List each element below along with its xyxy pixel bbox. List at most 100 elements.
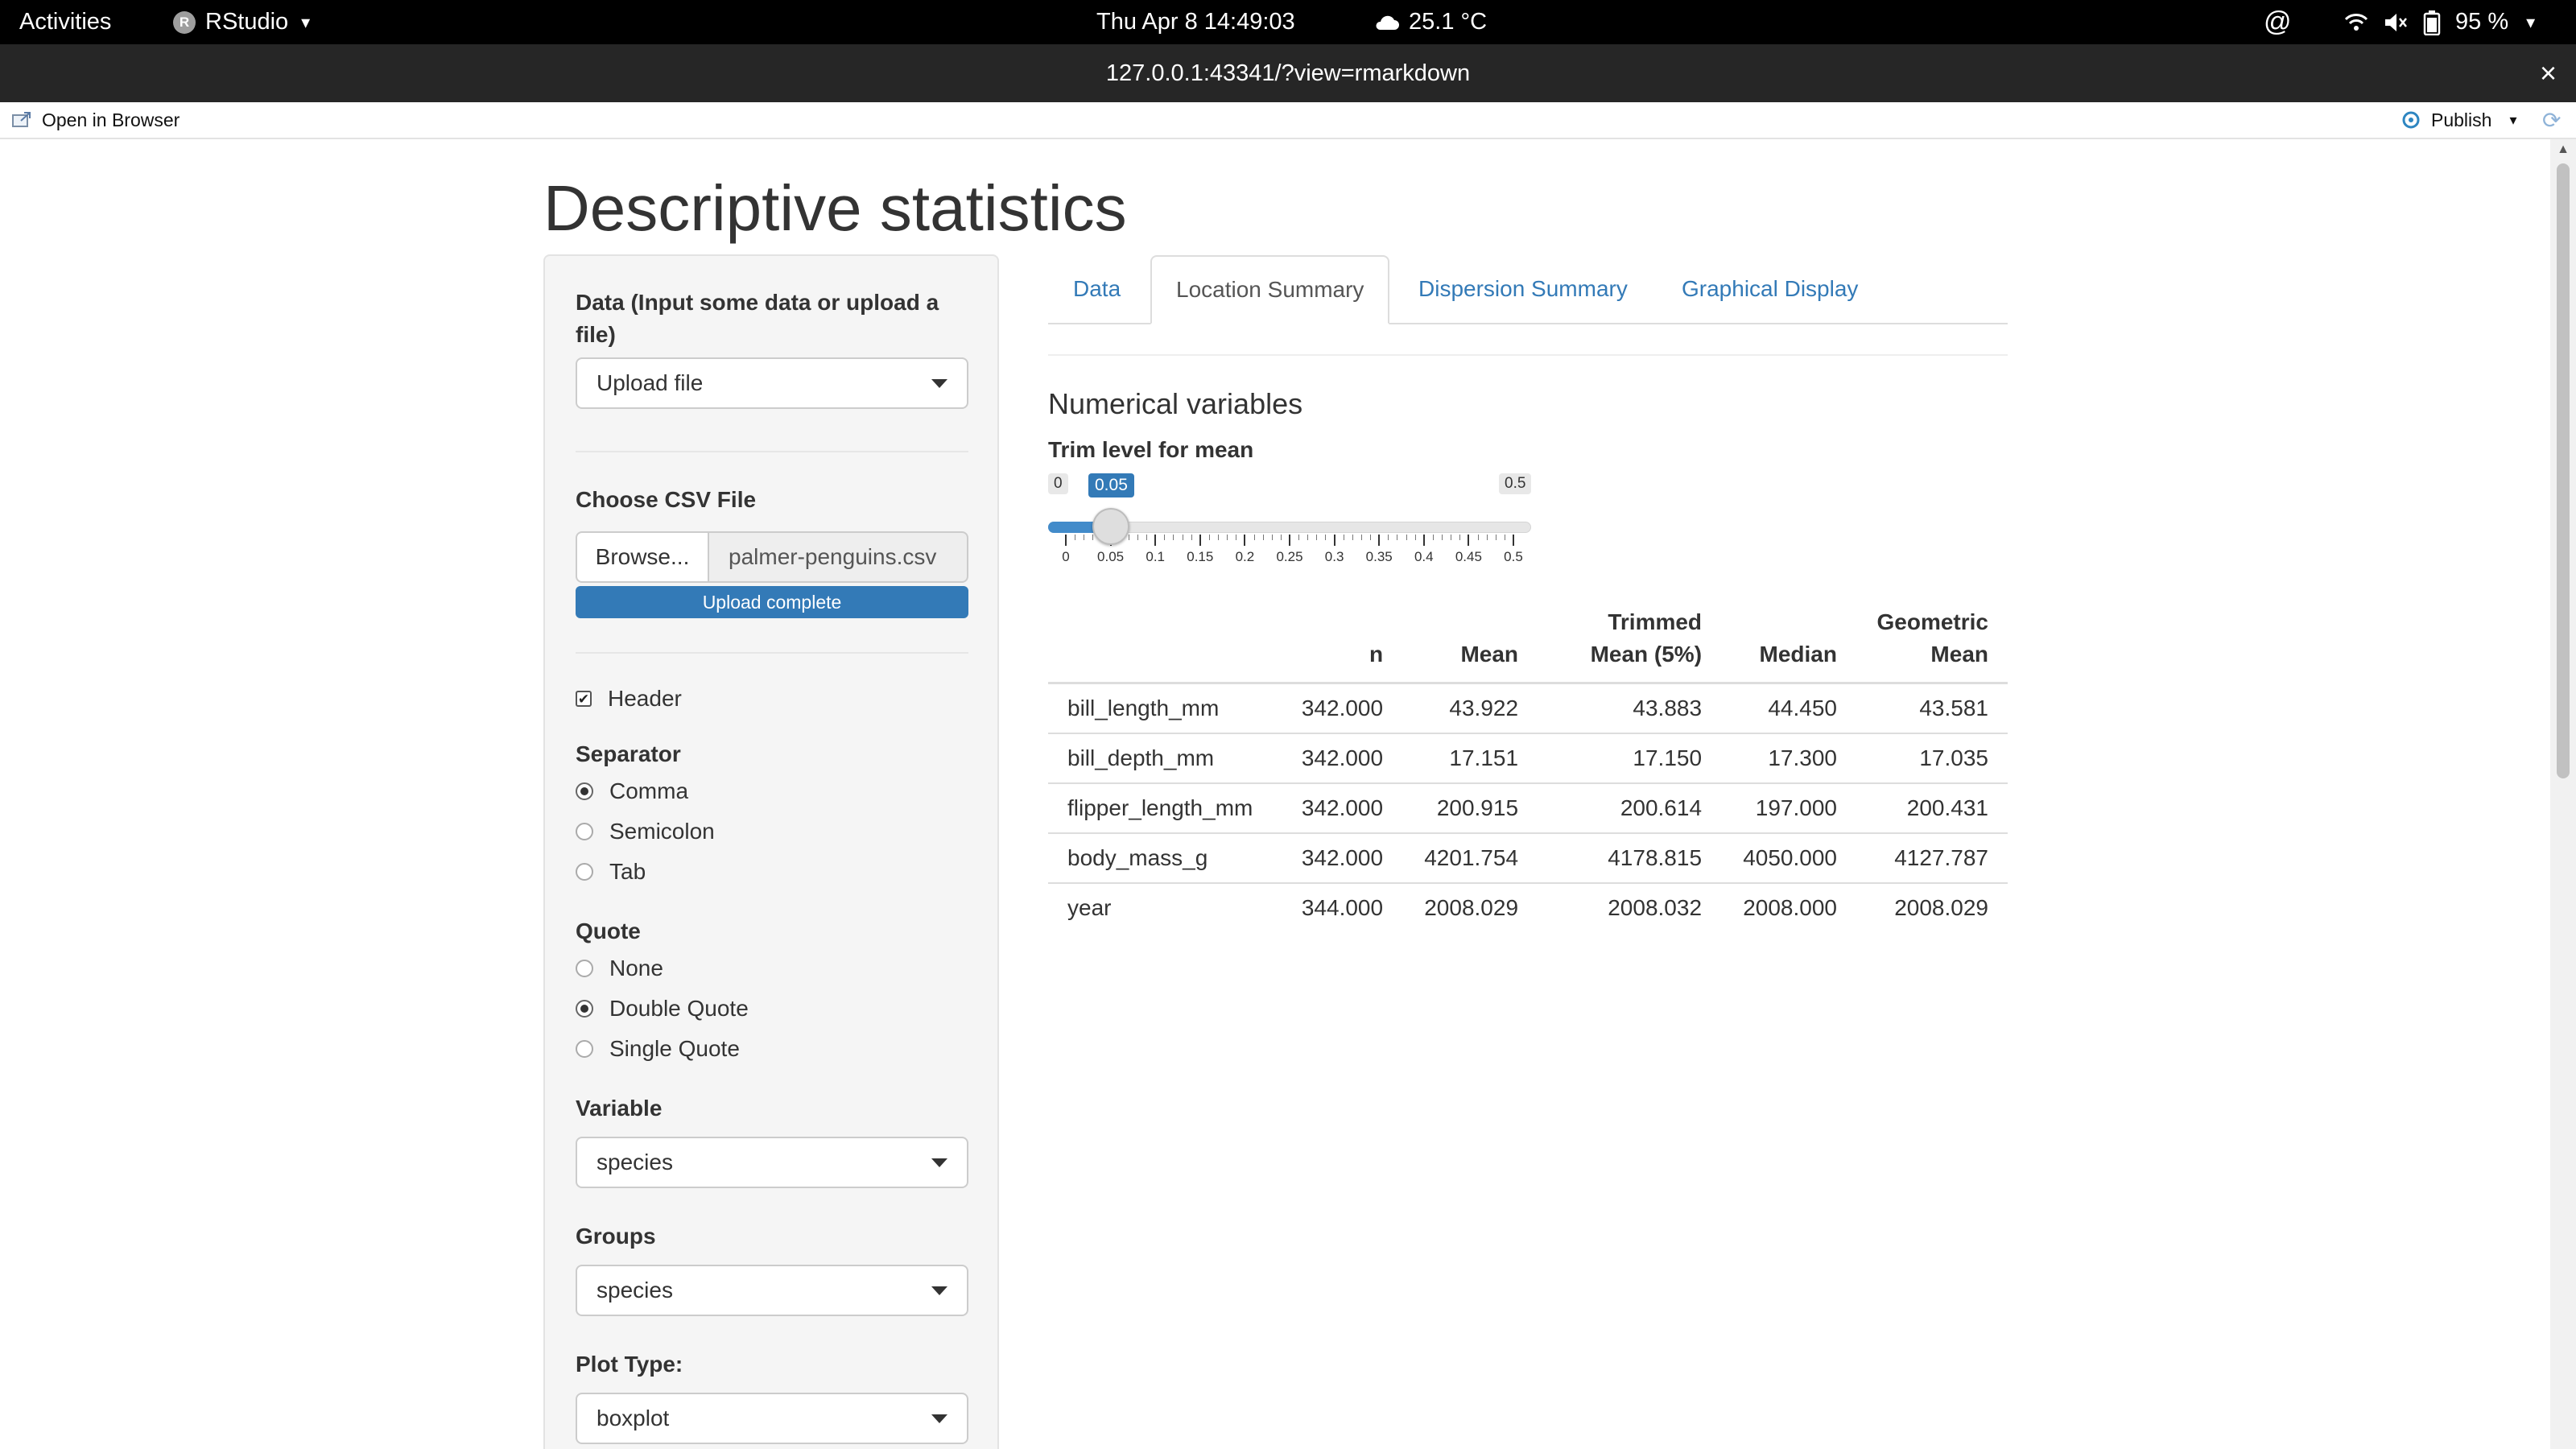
- variable-select[interactable]: species: [576, 1137, 968, 1188]
- system-status-menu[interactable]: 95 % ▾: [2344, 0, 2535, 44]
- upload-progress-bar: Upload complete: [576, 586, 968, 618]
- separator-option-comma[interactable]: Comma: [576, 775, 968, 807]
- radio-selected-icon[interactable]: [576, 1000, 593, 1018]
- quote-option-double[interactable]: Double Quote: [576, 993, 968, 1025]
- dropdown-arrow-icon: [931, 1286, 947, 1295]
- app-menu[interactable]: R RStudio ▾: [173, 0, 310, 44]
- rmarkdown-page: Descriptive statistics Data (Input some …: [0, 139, 2550, 1449]
- trim-level-label: Trim level for mean: [1048, 437, 1254, 462]
- scroll-up-arrow-icon[interactable]: ▲: [2550, 142, 2576, 157]
- slider-minor-tick: [1262, 535, 1264, 540]
- close-icon[interactable]: ×: [2540, 44, 2557, 102]
- trim-level-slider[interactable]: 0 0.05 0.5 0 0.05 0.1 0.15 0.2 0.25 0.3 0.35 0.4…: [1048, 473, 1533, 564]
- table-cell: 43.883: [1538, 682, 1722, 733]
- separator-option-semicolon[interactable]: Semicolon: [576, 815, 968, 848]
- open-in-browser-button[interactable]: Open in Browser: [11, 102, 180, 138]
- separator-option-tab[interactable]: Tab: [576, 856, 968, 888]
- radio-selected-icon[interactable]: [576, 782, 593, 800]
- radio-unselected-icon[interactable]: [576, 1040, 593, 1058]
- slider-tick: [1065, 535, 1067, 546]
- radio-unselected-icon[interactable]: [576, 823, 593, 840]
- slider-minor-tick: [1459, 535, 1461, 540]
- open-in-browser-label: Open in Browser: [42, 109, 180, 130]
- table-row: bill_depth_mm 342.000 17.151 17.150 17.3…: [1048, 733, 2008, 783]
- radio-unselected-icon[interactable]: [576, 960, 593, 977]
- table-cell: 342.000: [1280, 682, 1403, 733]
- at-sign-icon[interactable]: @: [2264, 0, 2292, 44]
- viewer-toolbar: Open in Browser Publish ▾ ⟳: [0, 102, 2576, 139]
- slider-minor-tick: [1227, 535, 1228, 540]
- slider-minor-tick: [1388, 535, 1389, 540]
- header-checkbox[interactable]: ✔ Header: [576, 683, 968, 715]
- table-header: n: [1280, 598, 1403, 684]
- slider-tick-label: 0.15: [1187, 549, 1214, 564]
- table-cell: 200.614: [1538, 782, 1722, 833]
- battery-icon: [2423, 10, 2441, 35]
- data-source-select[interactable]: Upload file: [576, 357, 968, 409]
- table-cell: 43.922: [1402, 682, 1538, 733]
- divider: [576, 652, 968, 654]
- open-in-browser-icon: [12, 112, 31, 127]
- slider-tick-label: 0.25: [1276, 549, 1303, 564]
- table-cell: 200.915: [1402, 782, 1538, 833]
- refresh-icon[interactable]: ⟳: [2542, 102, 2561, 138]
- table-header: Mean: [1402, 598, 1538, 684]
- table-cell: 2008.032: [1538, 882, 1722, 932]
- slider-tick-label: 0.4: [1414, 549, 1434, 564]
- caret-down-icon[interactable]: ▾: [2509, 112, 2516, 129]
- table-cell: bill_depth_mm: [1048, 733, 1280, 783]
- plot-type-value: boxplot: [597, 1406, 670, 1430]
- table-cell: 2008.029: [1856, 882, 2008, 932]
- tab-dispersion-summary[interactable]: Dispersion Summary: [1418, 255, 1628, 323]
- weather-temperature: 25.1 °C: [1409, 9, 1488, 35]
- activities-button[interactable]: Activities: [19, 0, 111, 44]
- slider-minor-tick: [1164, 535, 1166, 540]
- clock[interactable]: Thu Apr 8 14:49:03: [1096, 0, 1295, 44]
- slider-handle[interactable]: [1092, 508, 1129, 545]
- radio-unselected-icon[interactable]: [576, 863, 593, 881]
- checkbox-checked-icon[interactable]: ✔: [576, 691, 592, 707]
- plot-type-select[interactable]: boxplot: [576, 1393, 968, 1444]
- table-cell: 342.000: [1280, 733, 1403, 783]
- tab-location-summary[interactable]: Location Summary: [1150, 255, 1390, 324]
- table-header-row: n Mean Trimmed Mean (5%) Median Geometri…: [1048, 598, 2008, 684]
- tab-data[interactable]: Data: [1073, 255, 1121, 323]
- browse-button[interactable]: Browse...: [576, 531, 709, 583]
- app-name: RStudio: [205, 9, 289, 35]
- volume-muted-icon: [2385, 13, 2407, 31]
- slider-minor-tick: [1253, 535, 1255, 540]
- input-sidebar: Data (Input some data or upload a file) …: [543, 254, 999, 1449]
- table-header: Trimmed Mean (5%): [1538, 598, 1722, 684]
- slider-minor-tick: [1360, 535, 1362, 540]
- table-cell: 4201.754: [1402, 832, 1538, 883]
- dropdown-arrow-icon: [931, 1158, 947, 1167]
- slider-minor-tick: [1442, 535, 1443, 540]
- slider-minor-tick: [1092, 535, 1094, 540]
- variable-value: species: [597, 1150, 673, 1174]
- slider-minor-tick: [1486, 535, 1488, 540]
- quote-option-single[interactable]: Single Quote: [576, 1033, 968, 1065]
- publish-button[interactable]: Publish ▾: [2399, 102, 2516, 138]
- quote-option-none[interactable]: None: [576, 952, 968, 985]
- caret-down-icon: ▾: [2526, 11, 2536, 32]
- upload-status: Upload complete: [702, 591, 842, 613]
- tab-graphical-display[interactable]: Graphical Display: [1682, 255, 1858, 323]
- table-cell: 4127.787: [1856, 832, 2008, 883]
- table-header: Geometric Mean: [1856, 598, 2008, 684]
- slider-minor-tick: [1352, 535, 1353, 540]
- scrollbar-thumb[interactable]: [2557, 163, 2570, 778]
- window-title-bar: 127.0.0.1:43341/?view=rmarkdown ×: [0, 44, 2576, 102]
- radio-label: None: [609, 956, 663, 980]
- page-scrollbar[interactable]: ▲: [2550, 139, 2576, 1449]
- slider-minor-tick: [1173, 535, 1174, 540]
- radio-label: Tab: [609, 859, 646, 884]
- table-cell: 4178.815: [1538, 832, 1722, 883]
- header-label: Header: [608, 686, 682, 711]
- weather-indicator[interactable]: 25.1 °C: [1373, 0, 1487, 44]
- slider-minor-tick: [1325, 535, 1327, 540]
- slider-minor-tick: [1280, 535, 1282, 540]
- radio-label: Single Quote: [609, 1036, 740, 1061]
- slider-tick: [1333, 535, 1335, 546]
- groups-select[interactable]: species: [576, 1265, 968, 1316]
- table-row: body_mass_g 342.000 4201.754 4178.815 40…: [1048, 832, 2008, 883]
